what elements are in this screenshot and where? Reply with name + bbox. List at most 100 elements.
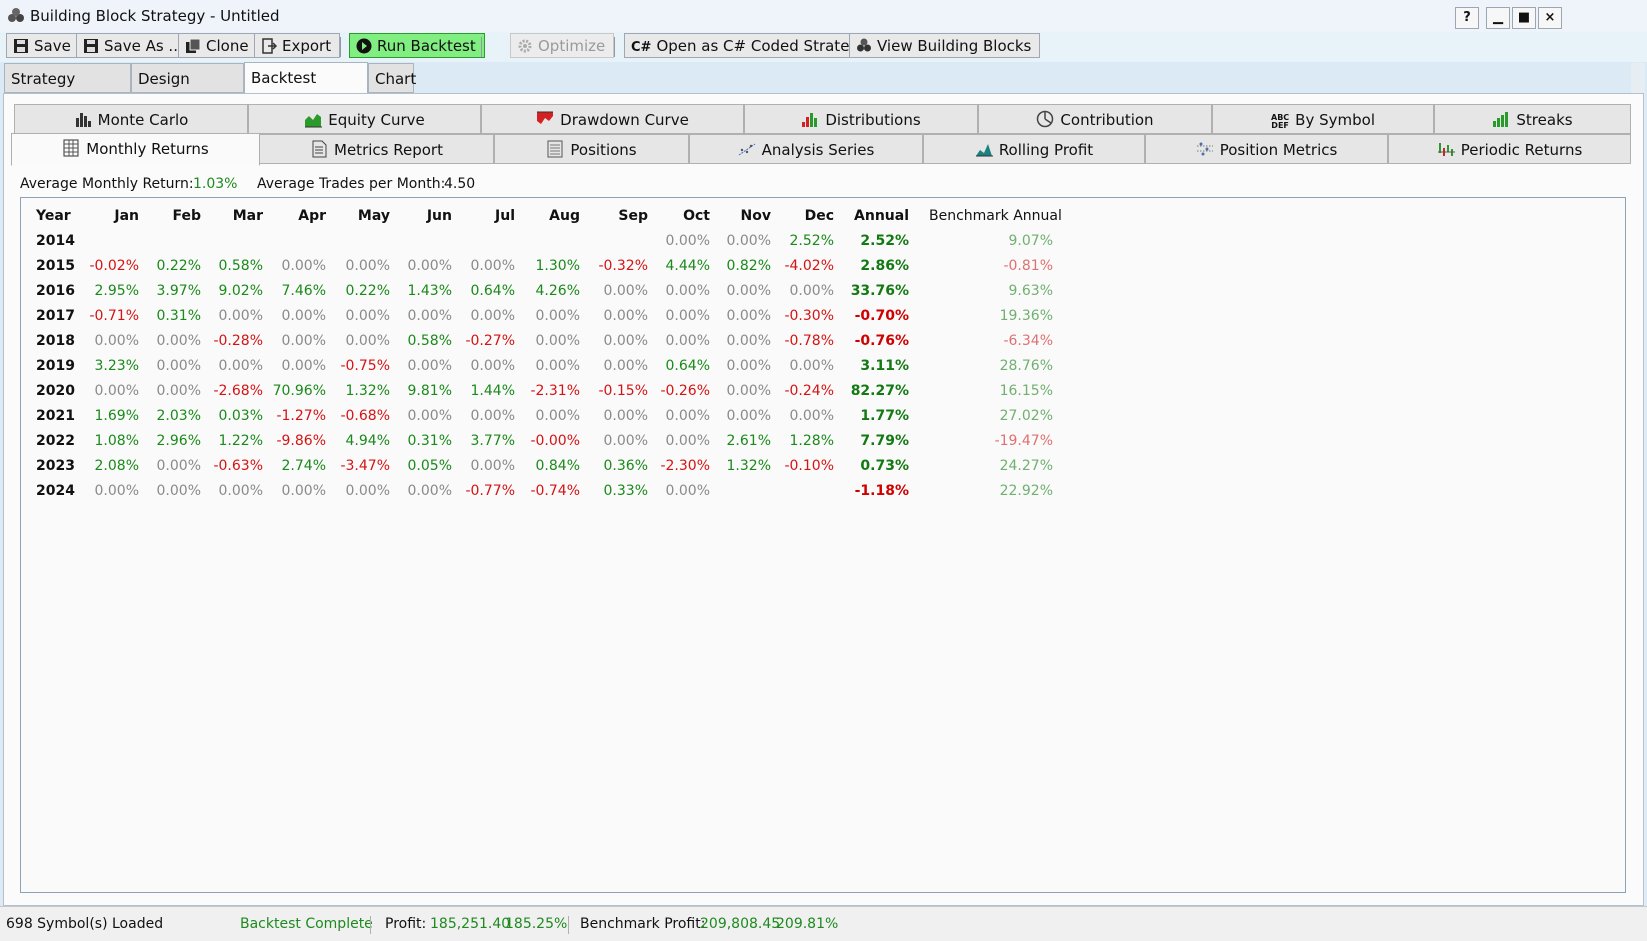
annual-return-cell: 7.79% (860, 433, 909, 449)
monthly-return-cell: 0.00% (470, 458, 515, 474)
column-header[interactable]: Sep (588, 208, 648, 224)
column-header[interactable]: Nov (711, 208, 771, 224)
monthly-return-cell: 0.00% (407, 308, 452, 324)
tab-positions[interactable]: Positions (494, 134, 689, 164)
abc-icon: ABC DEF (1271, 113, 1290, 130)
monthly-return-cell: 0.05% (407, 458, 452, 474)
tab-by-symbol[interactable]: ABC DEF By Symbol (1212, 104, 1434, 134)
column-header[interactable]: Jan (79, 208, 139, 224)
tab-label: Analysis Series (761, 141, 875, 159)
document-icon (312, 140, 327, 158)
tab-design-surface[interactable]: Design Surface (131, 63, 244, 118)
benchmark-annual-cell: 16.15% (999, 383, 1053, 399)
column-header[interactable]: Annual (849, 208, 909, 224)
monthly-return-cell: 0.00% (281, 333, 326, 349)
column-header[interactable]: Apr (266, 208, 326, 224)
streaks-icon (1493, 112, 1509, 127)
tab-rolling-profit[interactable]: Rolling Profit (923, 134, 1145, 164)
run-backtest-label: Run Backtest (377, 37, 476, 55)
monthly-return-cell: 0.00% (665, 408, 710, 424)
calendar-grid-icon (63, 139, 79, 157)
column-header[interactable]: Mar (203, 208, 263, 224)
monthly-return-cell: -0.24% (784, 383, 834, 399)
monthly-return-cell: 0.00% (407, 258, 452, 274)
monthly-return-cell: 3.97% (156, 283, 201, 299)
tab-metrics-report[interactable]: Metrics Report (259, 134, 494, 164)
save-button[interactable]: Save (6, 33, 80, 58)
benchmark-profit-value: 209,808.45 (700, 916, 781, 932)
column-header[interactable]: Aug (520, 208, 580, 224)
annual-return-cell: 82.27% (850, 383, 909, 399)
optimize-button[interactable]: Optimize (510, 33, 615, 58)
monthly-return-cell: 2.74% (281, 458, 326, 474)
tab-periodic-returns[interactable]: Periodic Returns (1388, 134, 1631, 164)
tab-label: Drawdown Curve (560, 111, 689, 129)
periodic-returns-icon (1437, 143, 1455, 156)
tab-monthly-returns[interactable]: Monthly Returns (11, 133, 260, 166)
monthly-return-cell: 3.77% (470, 433, 515, 449)
monthly-return-cell: 70.96% (272, 383, 326, 399)
monthly-return-cell: 0.00% (726, 333, 771, 349)
monthly-return-cell: -0.26% (660, 383, 710, 399)
monthly-return-cell: 0.00% (726, 383, 771, 399)
close-button[interactable]: × (1538, 7, 1562, 29)
tab-strategy-settings[interactable]: Strategy Settings (4, 63, 131, 118)
column-header[interactable]: Feb (141, 208, 201, 224)
status-bar: 698 Symbol(s) Loaded Backtest Complete P… (0, 906, 1647, 941)
symbols-loaded: 698 Symbol(s) Loaded (6, 916, 164, 932)
tab-drawdown-curve[interactable]: Drawdown Curve (481, 104, 744, 134)
year-cell: 2014 (36, 233, 75, 249)
column-header[interactable]: May (330, 208, 390, 224)
monthly-return-cell: 0.00% (603, 433, 648, 449)
benchmark-annual-cell: -6.34% (1003, 333, 1053, 349)
monthly-return-cell: 0.00% (535, 333, 580, 349)
monthly-return-cell: 2.96% (156, 433, 201, 449)
monthly-return-cell: 0.00% (665, 333, 710, 349)
monthly-return-cell: 1.08% (94, 433, 139, 449)
column-header[interactable]: Dec (774, 208, 834, 224)
benchmark-profit-percent: 209.81% (776, 916, 839, 932)
tab-streaks[interactable]: Streaks (1434, 104, 1631, 134)
column-header[interactable]: Jul (455, 208, 515, 224)
tab-contribution[interactable]: Contribution (978, 104, 1212, 134)
monthly-return-cell: 0.00% (603, 308, 648, 324)
monthly-return-cell: 0.58% (218, 258, 263, 274)
annual-return-cell: -0.76% (854, 333, 909, 349)
csharp-icon: C# (631, 40, 652, 55)
tab-position-metrics[interactable]: Position Metrics (1145, 134, 1388, 164)
column-header[interactable]: Year (36, 208, 71, 224)
column-header[interactable]: Oct (650, 208, 710, 224)
tab-chart[interactable]: Chart (368, 63, 416, 93)
area-chart-icon (305, 114, 323, 128)
monthly-return-cell: 1.32% (345, 383, 390, 399)
help-button[interactable]: ? (1455, 7, 1479, 29)
tab-distributions[interactable]: Distributions (744, 104, 978, 134)
tab-label: Distributions (825, 111, 921, 129)
run-backtest-button[interactable]: Run Backtest (349, 33, 485, 58)
profit-label: Profit: (385, 916, 427, 932)
monthly-return-cell: 0.00% (726, 358, 771, 374)
minimize-button[interactable]: ▁ (1486, 7, 1510, 29)
monthly-return-cell: -0.00% (530, 433, 580, 449)
monthly-return-cell: 0.00% (156, 383, 201, 399)
monthly-return-cell: 0.00% (789, 358, 834, 374)
tab-equity-curve[interactable]: Equity Curve (248, 104, 481, 134)
monthly-return-cell: -0.71% (89, 308, 139, 324)
column-header[interactable]: Jun (392, 208, 452, 224)
tab-backtest-results[interactable]: Backtest Results (244, 62, 368, 117)
maximize-button[interactable]: ■ (1512, 7, 1536, 29)
monthly-return-cell: 0.00% (345, 333, 390, 349)
monthly-return-cell: 4.26% (535, 283, 580, 299)
monthly-return-cell: 0.00% (726, 408, 771, 424)
clone-button[interactable]: Clone (178, 33, 258, 58)
tab-monte-carlo[interactable]: Monte Carlo (14, 104, 248, 134)
monthly-return-cell: -0.30% (784, 308, 834, 324)
view-building-blocks-button[interactable]: View Building Blocks (849, 33, 1041, 58)
monthly-return-cell: -9.86% (276, 433, 326, 449)
monthly-return-cell: 0.00% (665, 233, 710, 249)
tab-analysis-series[interactable]: Analysis Series (689, 134, 923, 164)
column-header[interactable]: Benchmark Annual (929, 208, 1062, 224)
save-as-button[interactable]: Save As ... (76, 33, 192, 58)
export-button[interactable]: Export (254, 33, 341, 58)
open-csharp-button[interactable]: C# Open as C# Coded Strategy (624, 33, 877, 58)
